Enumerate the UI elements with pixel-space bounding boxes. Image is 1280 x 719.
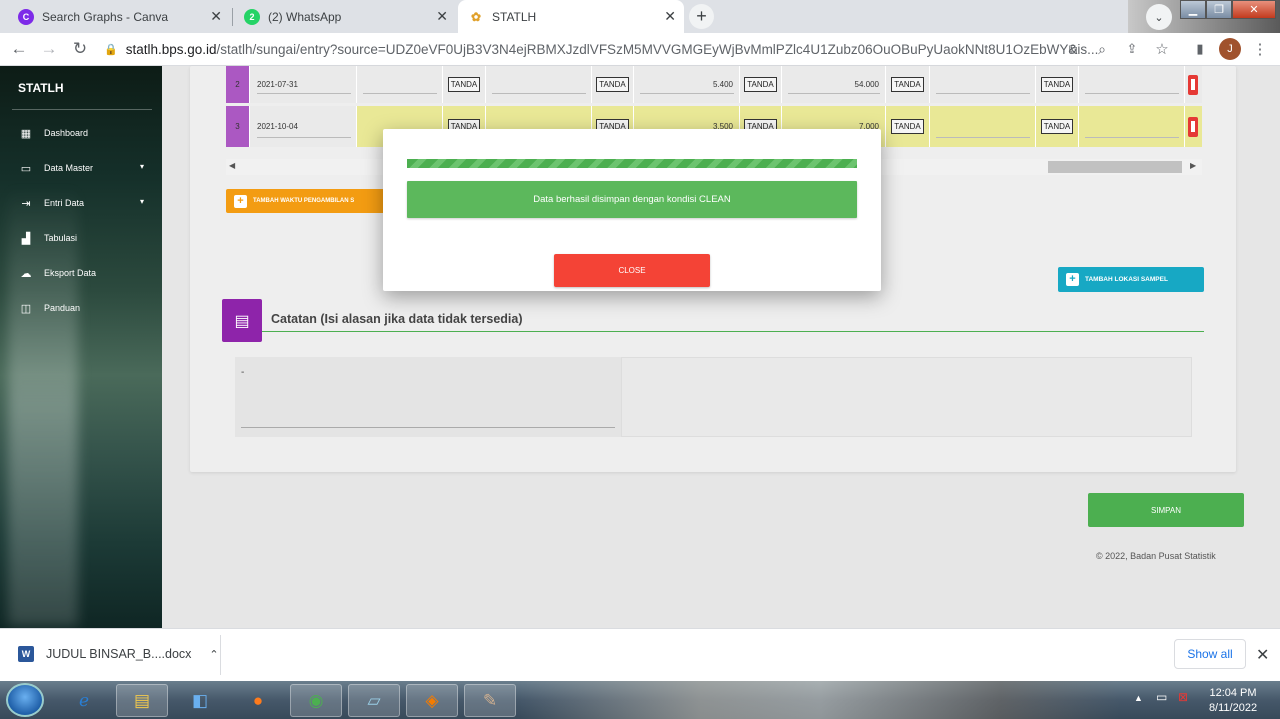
sidebar-item-eksport-data[interactable]: ☁ Eksport Data — [0, 262, 162, 284]
progress-bar — [407, 159, 857, 168]
sidebar-item-label: Data Master — [44, 163, 94, 173]
translate-icon[interactable]: ⧉ — [1062, 38, 1084, 60]
folder-icon: ▭ — [20, 162, 32, 175]
media-player-icon[interactable]: ◧ — [174, 684, 226, 717]
word-document-icon: W — [18, 646, 34, 662]
chrome-icon[interactable]: ◉ — [290, 684, 342, 717]
back-icon[interactable]: ← — [8, 38, 30, 60]
taskbar-background — [520, 681, 1120, 719]
tab-statlh[interactable]: ✿ STATLH ✕ — [458, 0, 684, 33]
network-icon[interactable]: ⊠ — [1178, 690, 1188, 704]
close-window-button[interactable]: ✕ — [1232, 0, 1276, 19]
sidebar-item-data-master[interactable]: ▭ Data Master ▾ — [0, 157, 162, 179]
download-item[interactable]: W JUDUL BINSAR_B....docx ⌃ — [18, 646, 219, 662]
close-tab-icon[interactable]: ✕ — [210, 8, 222, 25]
lock-icon: 🔒 — [104, 44, 118, 56]
firefox-icon[interactable]: ● — [232, 684, 284, 717]
url-domain: statlh.bps.go.id — [125, 42, 217, 57]
notepad-icon[interactable]: ▱ — [348, 684, 400, 717]
side-panel-icon[interactable]: ▮ — [1189, 38, 1211, 60]
action-center-icon[interactable]: ▭ — [1156, 690, 1167, 704]
canva-icon: C — [18, 8, 34, 25]
clock-time: 12:04 PM — [1209, 687, 1257, 699]
tab-search-button[interactable]: ⌄ — [1146, 4, 1172, 30]
caret-down-icon: ▾ — [139, 162, 144, 171]
start-button[interactable] — [6, 683, 44, 717]
tab-label: Search Graphs - Canva — [42, 9, 169, 24]
sidebar-brand[interactable]: STATLH — [18, 81, 64, 95]
tab-divider — [232, 8, 233, 26]
tab-label: (2) WhatsApp — [268, 9, 342, 24]
maximize-button[interactable]: ❐ — [1206, 0, 1232, 19]
download-file-name: JUDUL BINSAR_B....docx — [46, 647, 192, 661]
statlh-icon: ✿ — [468, 8, 484, 25]
url-field[interactable]: 🔒 statlh.bps.go.id/statlh/sungai/entry?s… — [104, 38, 1179, 61]
show-all-downloads-button[interactable]: Show all — [1174, 639, 1246, 669]
dashboard-icon: ▦ — [20, 127, 32, 140]
close-tab-icon[interactable]: ✕ — [664, 8, 676, 25]
success-alert: Data berhasil disimpan dengan kondisi CL… — [407, 181, 857, 218]
cloud-download-icon: ☁ — [20, 267, 32, 280]
share-icon[interactable]: ⇪ — [1121, 38, 1143, 60]
paint-icon[interactable]: ✎ — [464, 684, 516, 717]
reload-icon[interactable]: ↻ — [69, 38, 91, 60]
tab-canva[interactable]: C Search Graphs - Canva ✕ — [8, 0, 230, 33]
sidebar-background-image — [8, 186, 78, 626]
sidebar-item-label: Entri Data — [44, 198, 85, 208]
tab-whatsapp[interactable]: 2 (2) WhatsApp ✕ — [234, 0, 456, 33]
bar-chart-icon: ▟ — [21, 232, 31, 245]
internet-explorer-icon[interactable]: ℯ — [58, 684, 110, 717]
profile-avatar[interactable]: J — [1219, 38, 1241, 60]
sidebar-item-label: Tabulasi — [44, 233, 78, 243]
close-tab-icon[interactable]: ✕ — [436, 8, 448, 25]
tab-label: STATLH — [492, 9, 537, 24]
clock[interactable]: 12:04 PM 8/11/2022 — [1202, 686, 1264, 716]
close-download-bar-icon[interactable]: ✕ — [1256, 645, 1269, 665]
url-path: /statlh/sungai/entry?source=UDZ0eVF0UjB3… — [216, 42, 1099, 57]
sidebar-item-dashboard[interactable]: ▦ Dashboard — [0, 122, 162, 144]
zoom-icon[interactable]: ⌕ — [1091, 38, 1113, 60]
download-divider — [220, 635, 221, 675]
sidebar-item-label: Dashboard — [44, 128, 89, 138]
bookmark-star-icon[interactable]: ☆ — [1151, 38, 1173, 60]
sidebar-item-label: Eksport Data — [44, 268, 97, 278]
close-button[interactable]: CLOSE — [554, 254, 710, 287]
login-icon: ⇥ — [21, 197, 31, 210]
pdf-app-icon[interactable]: ◈ — [406, 684, 458, 717]
sidebar — [0, 66, 162, 628]
minimize-button[interactable]: ▁ — [1180, 0, 1206, 19]
clock-date: 8/11/2022 — [1208, 702, 1258, 714]
tray-expand-icon[interactable]: ▲ — [1134, 693, 1143, 703]
caret-down-icon: ▾ — [139, 197, 144, 206]
sidebar-item-panduan[interactable]: ◫ Panduan — [0, 297, 162, 319]
new-tab-button[interactable]: + — [689, 4, 714, 29]
sidebar-item-label: Panduan — [44, 303, 81, 313]
sidebar-item-tabulasi[interactable]: ▟ Tabulasi — [0, 227, 162, 249]
book-icon: ◫ — [20, 302, 32, 315]
sidebar-divider — [12, 109, 152, 110]
whatsapp-icon: 2 — [244, 8, 260, 25]
menu-kebab-icon[interactable]: ⋮ — [1249, 38, 1271, 60]
chevron-up-icon[interactable]: ⌃ — [209, 648, 218, 661]
file-explorer-icon[interactable]: ▤ — [116, 684, 168, 717]
forward-icon[interactable]: → — [38, 38, 60, 60]
sidebar-item-entri-data[interactable]: ⇥ Entri Data ▾ — [0, 192, 162, 214]
